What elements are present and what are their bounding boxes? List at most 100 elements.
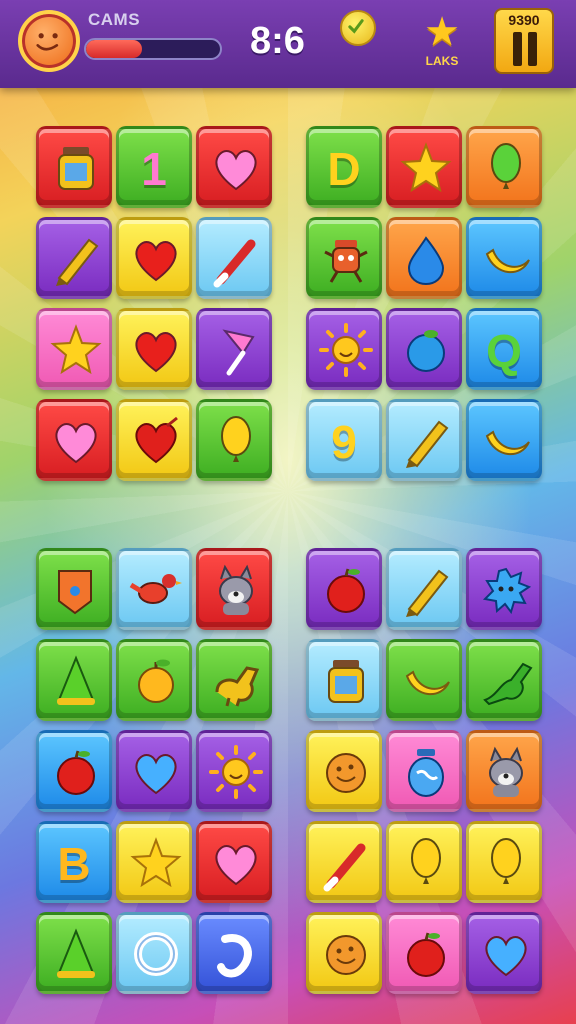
tile-letter-d[interactable]: D [306,126,382,208]
health-progress-bar [84,38,222,60]
tile-heart[interactable] [466,912,542,994]
cookie-icon [326,935,366,975]
number-nine-icon: 9 [331,416,357,468]
balloon-icon [221,416,251,462]
tile-bird[interactable] [116,548,192,630]
cup-icon [222,329,255,376]
heart-icon [135,332,177,373]
tile-blob[interactable] [466,548,542,630]
tile-wolf[interactable] [196,548,272,630]
tile-balloon[interactable] [386,821,462,903]
tile-jar[interactable] [36,126,112,208]
tile-banana[interactable] [386,639,462,721]
timer: 8:6 [250,20,305,62]
tile-apple[interactable] [306,548,382,630]
tile-letter-b[interactable]: B [36,821,112,903]
tile-balloon[interactable] [466,126,542,208]
crayon-icon [56,238,99,286]
banana-icon [405,670,450,696]
paintbrush-icon [213,239,256,288]
paintbrush-icon [323,843,366,892]
cone-icon [57,928,95,978]
tile-heart[interactable] [116,217,192,299]
tile-paintbrush[interactable] [306,821,382,903]
tile-hook[interactable] [196,912,272,994]
tile-heart[interactable] [116,308,192,390]
tile-orange[interactable] [116,639,192,721]
star-icon: ★ [424,9,460,55]
tile-apple[interactable] [36,730,112,812]
number-one-icon: 1 [141,143,167,195]
robot-icon [324,240,368,283]
tile-letter-q[interactable]: Q [466,308,542,390]
blueberry-icon [407,330,445,372]
tile-star[interactable] [386,126,462,208]
tile-dinosaur[interactable] [196,639,272,721]
tile-heart[interactable] [116,730,192,812]
coin-icon[interactable] [340,10,376,46]
tile-banana[interactable] [466,399,542,481]
crayon-icon [406,420,449,468]
banana-icon [485,430,530,456]
tile-apple[interactable] [386,912,462,994]
tile-cone[interactable] [36,912,112,994]
tile-star[interactable] [36,308,112,390]
orange-icon [138,659,174,703]
bird-icon [129,574,182,604]
jar-icon [58,147,94,190]
sun-icon [319,323,373,377]
avatar[interactable] [18,10,80,72]
tile-sun[interactable] [306,308,382,390]
score: 9390 [508,12,540,28]
dinosaur-icon [215,666,260,707]
tile-tag[interactable] [36,548,112,630]
tile-heart[interactable] [196,821,272,903]
letter-b-icon: B [57,838,91,890]
tile-crayon[interactable] [36,217,112,299]
pause-icon [511,32,539,66]
sun-icon [209,745,263,799]
pause-button[interactable]: 9390 [494,8,554,74]
tile-banana[interactable] [466,217,542,299]
tile-blueberry[interactable] [386,308,462,390]
tile-paintbrush[interactable] [196,217,272,299]
heart-icon [215,845,257,886]
star-counter[interactable]: ★ LAKS [420,12,464,68]
tile-crayon[interactable] [386,399,462,481]
tile-balloon[interactable] [466,821,542,903]
tile-number-nine[interactable]: 9 [306,399,382,481]
tile-wolf[interactable] [466,730,542,812]
tile-cookie[interactable] [306,730,382,812]
lizard-icon [483,662,533,706]
cone-icon [57,655,95,705]
jar-icon [328,660,364,703]
crayon-icon [406,569,449,617]
blob-icon [482,567,532,615]
tile-star[interactable] [116,821,192,903]
apple-icon [327,568,365,613]
tile-heart[interactable] [36,399,112,481]
letter-q-icon: Q [486,325,522,377]
tile-crayon[interactable] [386,548,462,630]
tile-cookie[interactable] [306,912,382,994]
tag-icon [58,570,92,615]
tile-balloon[interactable] [196,399,272,481]
tile-number-one[interactable]: 1 [116,126,192,208]
tile-globe-jar[interactable] [386,730,462,812]
wolf-icon [489,746,523,797]
tile-water-drop[interactable] [386,217,462,299]
tile-cup[interactable] [196,308,272,390]
tile-ring[interactable] [116,912,192,994]
smiley-icon [36,33,59,51]
tile-heart[interactable] [196,126,272,208]
tile-apple-heart[interactable] [116,399,192,481]
balloon-icon [491,838,521,884]
heart-icon [215,150,257,191]
tile-robot[interactable] [306,217,382,299]
tile-sun[interactable] [196,730,272,812]
heart-icon [135,241,177,282]
tile-jar[interactable] [306,639,382,721]
tile-lizard[interactable] [466,639,542,721]
tile-cone[interactable] [36,639,112,721]
star-icon [50,324,102,375]
